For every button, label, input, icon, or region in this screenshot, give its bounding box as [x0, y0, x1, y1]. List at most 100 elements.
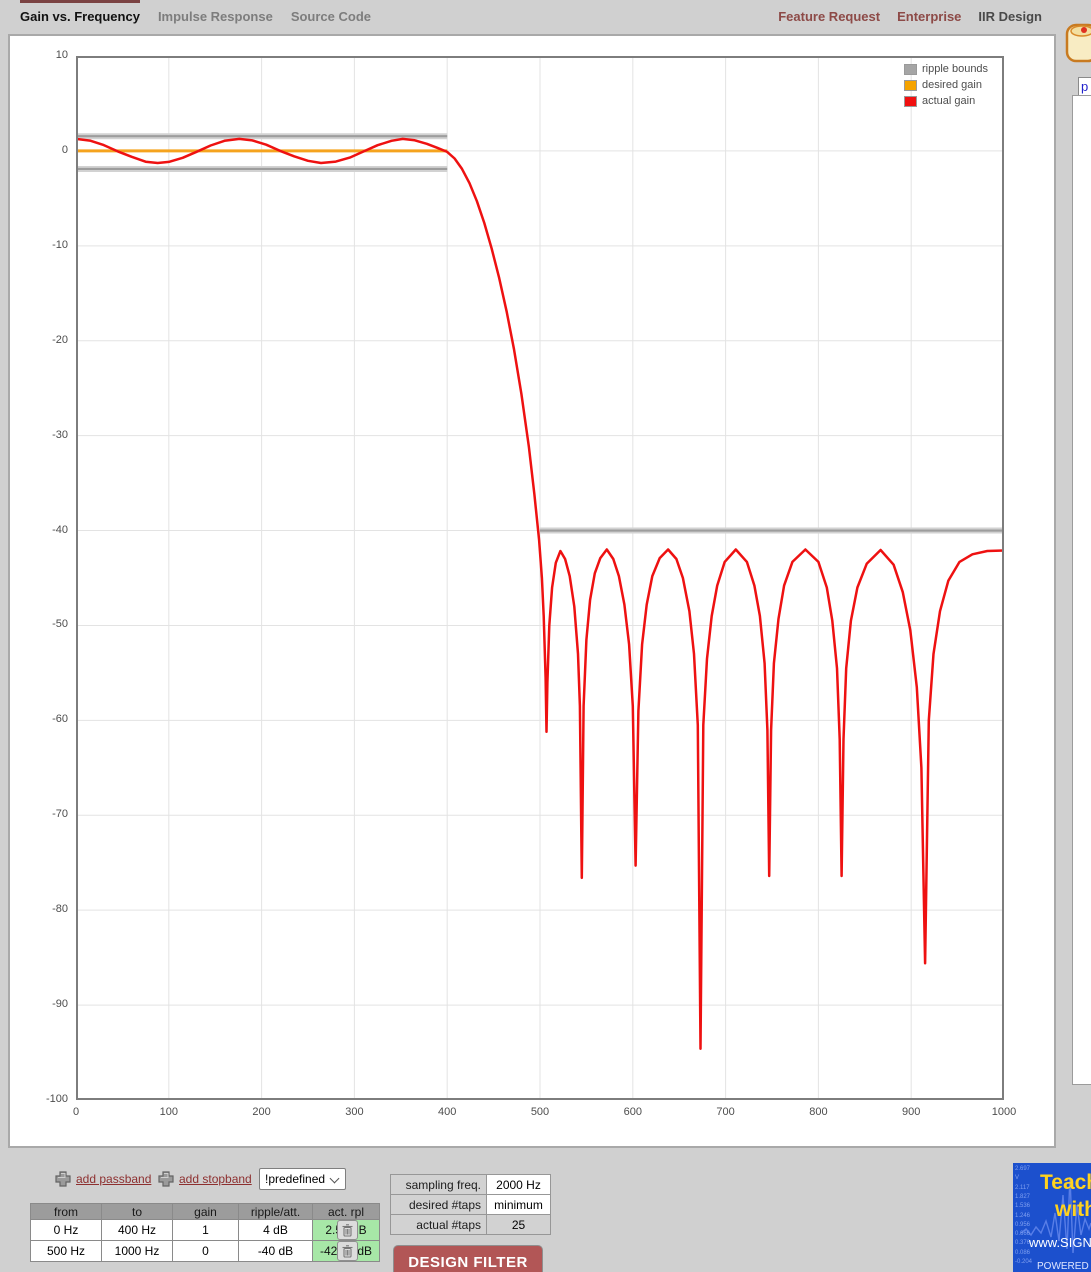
x-tick-label: 300	[345, 1106, 364, 1118]
chevron-down-icon	[329, 1173, 340, 1184]
side-panel	[1072, 95, 1091, 1085]
banner-axis-value: 2.117	[1015, 1184, 1030, 1191]
banner-title-line1: Teach	[1040, 1171, 1091, 1194]
trash-icon	[342, 1244, 353, 1258]
link-feature-request[interactable]: Feature Request	[778, 0, 880, 24]
link-enterprise[interactable]: Enterprise	[897, 0, 961, 24]
legend-item: ripple bounds	[904, 61, 988, 77]
x-tick-label: 900	[902, 1106, 921, 1118]
bands-table-header-row: from to gain ripple/att. act. rpl	[30, 1203, 380, 1220]
y-tick-label: -30	[52, 428, 68, 441]
sampling-freq-row: sampling freq.	[390, 1174, 551, 1195]
legend-label: actual gain	[922, 95, 976, 107]
y-tick-label: -60	[52, 713, 68, 726]
col-header-act-rpl: act. rpl	[312, 1203, 380, 1220]
tfilter-app: Gain vs. Frequency Impulse Response Sour…	[0, 0, 1091, 1272]
y-tick-label: -70	[52, 808, 68, 821]
predefined-select-value: !predefined	[265, 1172, 326, 1186]
delete-passband-button[interactable]	[337, 1220, 358, 1240]
top-links: Feature Request Enterprise IIR Design	[778, 0, 1042, 24]
y-tick-label: -100	[45, 1093, 68, 1105]
passband-row: 2.53 dB	[30, 1219, 380, 1241]
desired-taps-input[interactable]	[492, 1195, 545, 1214]
design-filter-button[interactable]: DESIGN FILTER	[393, 1245, 543, 1272]
side-partial-input[interactable]: p	[1078, 77, 1091, 96]
y-tick-label: -40	[52, 523, 68, 536]
y-tick-label: -50	[52, 618, 68, 631]
add-stopband-plus-icon[interactable]	[158, 1171, 174, 1187]
passband-gain-input[interactable]	[173, 1220, 238, 1240]
banner-axis-value: 1.827	[1015, 1193, 1031, 1200]
sampling-freq-label: sampling freq.	[390, 1174, 487, 1195]
banner-axis-value: V	[1015, 1175, 1020, 1182]
actual-taps-label: actual #taps	[390, 1214, 487, 1235]
y-tick-label: 10	[55, 49, 68, 61]
banner-axis-value: -0.204	[1015, 1259, 1033, 1265]
passband-from-input[interactable]	[31, 1220, 101, 1240]
x-tick-label: 600	[623, 1106, 642, 1118]
filter-params-table: sampling freq. desired #taps actual #tap…	[390, 1174, 551, 1235]
x-tick-label: 200	[252, 1106, 271, 1118]
col-header-ripple: ripple/att.	[238, 1203, 313, 1220]
legend-item: actual gain	[904, 93, 988, 109]
legend-swatch	[904, 79, 917, 91]
banner-axis-value: 1.536	[1015, 1203, 1031, 1210]
passband-ripple-input[interactable]	[239, 1220, 312, 1240]
col-header-from: from	[30, 1203, 102, 1220]
sampling-freq-input[interactable]	[492, 1175, 545, 1194]
add-passband-link[interactable]: add passband	[76, 1172, 151, 1186]
x-tick-label: 0	[72, 1106, 80, 1118]
x-tick-label: 700	[716, 1106, 735, 1118]
add-passband-plus-icon[interactable]	[55, 1171, 71, 1187]
y-tick-label: -10	[52, 238, 68, 251]
trash-icon	[342, 1223, 353, 1237]
banner-powered-text: POWERED	[1037, 1261, 1089, 1272]
stopband-row: -42.13 dB	[30, 1240, 380, 1262]
banner-axis-value: 0.666	[1015, 1231, 1031, 1238]
ad-banner[interactable]: 2.697 V 2.117 1.827 1.536 1.246 0.956 0.666 0.37…	[1013, 1163, 1091, 1272]
banner-url[interactable]: www.SIGN	[1029, 1235, 1091, 1250]
top-tab-bar: Gain vs. Frequency Impulse Response Sour…	[0, 0, 1091, 34]
col-header-to: to	[101, 1203, 173, 1220]
legend-label: desired gain	[922, 79, 982, 91]
banner-axis-value: 1.246	[1015, 1212, 1031, 1219]
bands-table: from to gain ripple/att. act. rpl 2.53 d…	[30, 1203, 380, 1262]
y-tick-label: -80	[52, 903, 68, 916]
stopband-ripple-input[interactable]	[239, 1241, 312, 1261]
banner-axis-value: 0.086	[1015, 1249, 1031, 1256]
legend-swatch	[904, 63, 917, 75]
tab-impulse-response[interactable]: Impulse Response	[158, 0, 273, 24]
x-tick-label: 800	[809, 1106, 828, 1118]
actual-taps-value: 25	[486, 1214, 551, 1235]
gain-frequency-plot	[76, 56, 1004, 1100]
banner-axis-value: 0.956	[1015, 1221, 1031, 1228]
desired-taps-row: desired #taps	[390, 1194, 551, 1215]
col-header-gain: gain	[172, 1203, 239, 1220]
chart-legend: ripple bounds desired gain actual gain	[904, 61, 988, 109]
stopband-to-input[interactable]	[102, 1241, 172, 1261]
link-iir-design[interactable]: IIR Design	[978, 0, 1042, 24]
legend-item: desired gain	[904, 77, 988, 93]
main-tabs: Gain vs. Frequency Impulse Response Sour…	[20, 0, 371, 24]
tab-gain-vs-frequency[interactable]: Gain vs. Frequency	[20, 0, 140, 24]
stopband-from-input[interactable]	[31, 1241, 101, 1261]
delete-stopband-button[interactable]	[337, 1241, 358, 1261]
x-tick-label: 400	[438, 1106, 457, 1118]
actual-taps-row: actual #taps 25	[390, 1214, 551, 1235]
x-tick-label: 1000	[991, 1106, 1017, 1118]
tab-source-code[interactable]: Source Code	[291, 0, 371, 24]
banner-axis-value: 2.697	[1015, 1166, 1031, 1172]
y-tick-label: -90	[52, 998, 68, 1011]
passband-to-input[interactable]	[102, 1220, 172, 1240]
x-tick-label: 500	[530, 1106, 550, 1118]
desired-taps-label: desired #taps	[390, 1194, 487, 1215]
stopband-gain-input[interactable]	[173, 1241, 238, 1261]
banner-axis-value: 0.376	[1015, 1240, 1031, 1247]
add-stopband-link[interactable]: add stopband	[179, 1172, 252, 1186]
predefined-select[interactable]: !predefined	[259, 1168, 346, 1190]
y-tick-label: -20	[52, 333, 68, 346]
y-tick-label: 0	[61, 143, 68, 156]
legend-label: ripple bounds	[922, 63, 989, 75]
scroll-icon[interactable]	[1064, 21, 1091, 64]
legend-swatch	[904, 95, 917, 107]
